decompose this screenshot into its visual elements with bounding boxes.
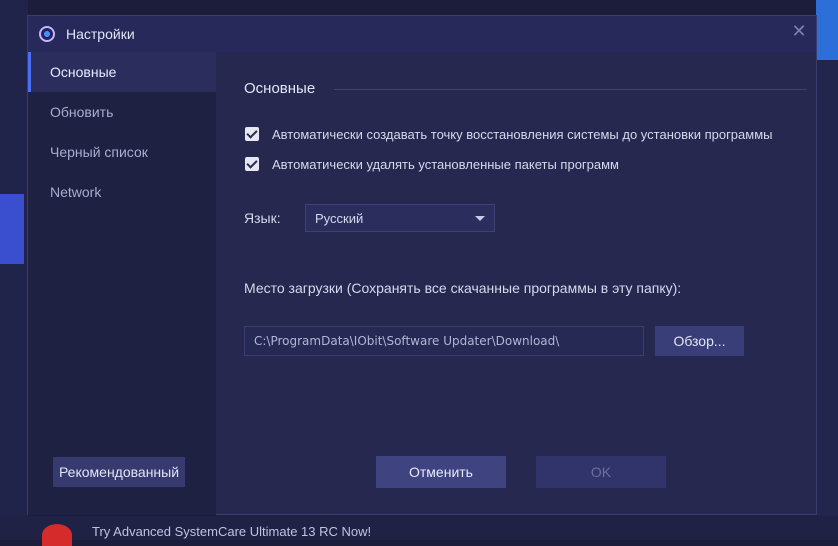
title-bar: Настройки ✕	[28, 16, 816, 52]
sidebar-item-general[interactable]: Основные	[28, 52, 216, 92]
chevron-down-icon	[475, 216, 485, 221]
background-app-right	[816, 0, 838, 540]
window-title: Настройки	[66, 26, 135, 42]
settings-content: Основные Автоматически создавать точку в…	[216, 52, 816, 515]
section-divider	[334, 89, 807, 90]
sidebar-item-label: Network	[50, 184, 102, 200]
download-location-label: Место загрузки (Сохранять все скачанные …	[244, 280, 682, 296]
restore-point-option: Автоматически создавать точку восстановл…	[245, 125, 773, 143]
language-select[interactable]: Русский	[305, 204, 495, 232]
promo-text: Try Advanced SystemCare Ultimate 13 RC N…	[92, 524, 372, 539]
delete-packages-label: Автоматически удалять установленные паке…	[272, 156, 619, 172]
recommended-button[interactable]: Рекомендованный	[53, 457, 185, 487]
background-app-tab	[816, 0, 838, 60]
sidebar-item-network[interactable]: Network	[28, 172, 216, 212]
ok-button[interactable]: OK	[536, 456, 666, 488]
promo-badge-icon	[42, 524, 72, 546]
delete-packages-option: Автоматически удалять установленные паке…	[245, 155, 619, 173]
restore-point-checkbox[interactable]	[245, 127, 259, 141]
cancel-button[interactable]: Отменить	[376, 456, 506, 488]
background-app-bottom-bar: Try Advanced SystemCare Ultimate 13 RC N…	[0, 516, 838, 546]
language-value: Русский	[315, 211, 364, 226]
sidebar: Основные Обновить Черный список Network …	[28, 52, 216, 515]
sidebar-item-blacklist[interactable]: Черный список	[28, 132, 216, 172]
section-title: Основные	[244, 80, 316, 97]
background-app-left	[0, 0, 28, 540]
settings-dialog: Настройки ✕ Основные Обновить Черный спи…	[27, 15, 817, 515]
sidebar-item-label: Основные	[50, 64, 117, 80]
browse-button[interactable]: Обзор...	[655, 326, 744, 356]
restore-point-label: Автоматически создавать точку восстановл…	[272, 126, 773, 142]
background-app-tab	[0, 194, 24, 264]
language-label: Язык:	[244, 210, 281, 226]
sidebar-item-update[interactable]: Обновить	[28, 92, 216, 132]
app-logo-icon	[39, 26, 55, 42]
sidebar-item-label: Обновить	[50, 104, 114, 120]
delete-packages-checkbox[interactable]	[245, 157, 259, 171]
sidebar-item-label: Черный список	[50, 144, 148, 160]
download-path-input[interactable]	[244, 326, 644, 356]
close-icon[interactable]: ✕	[790, 22, 808, 40]
